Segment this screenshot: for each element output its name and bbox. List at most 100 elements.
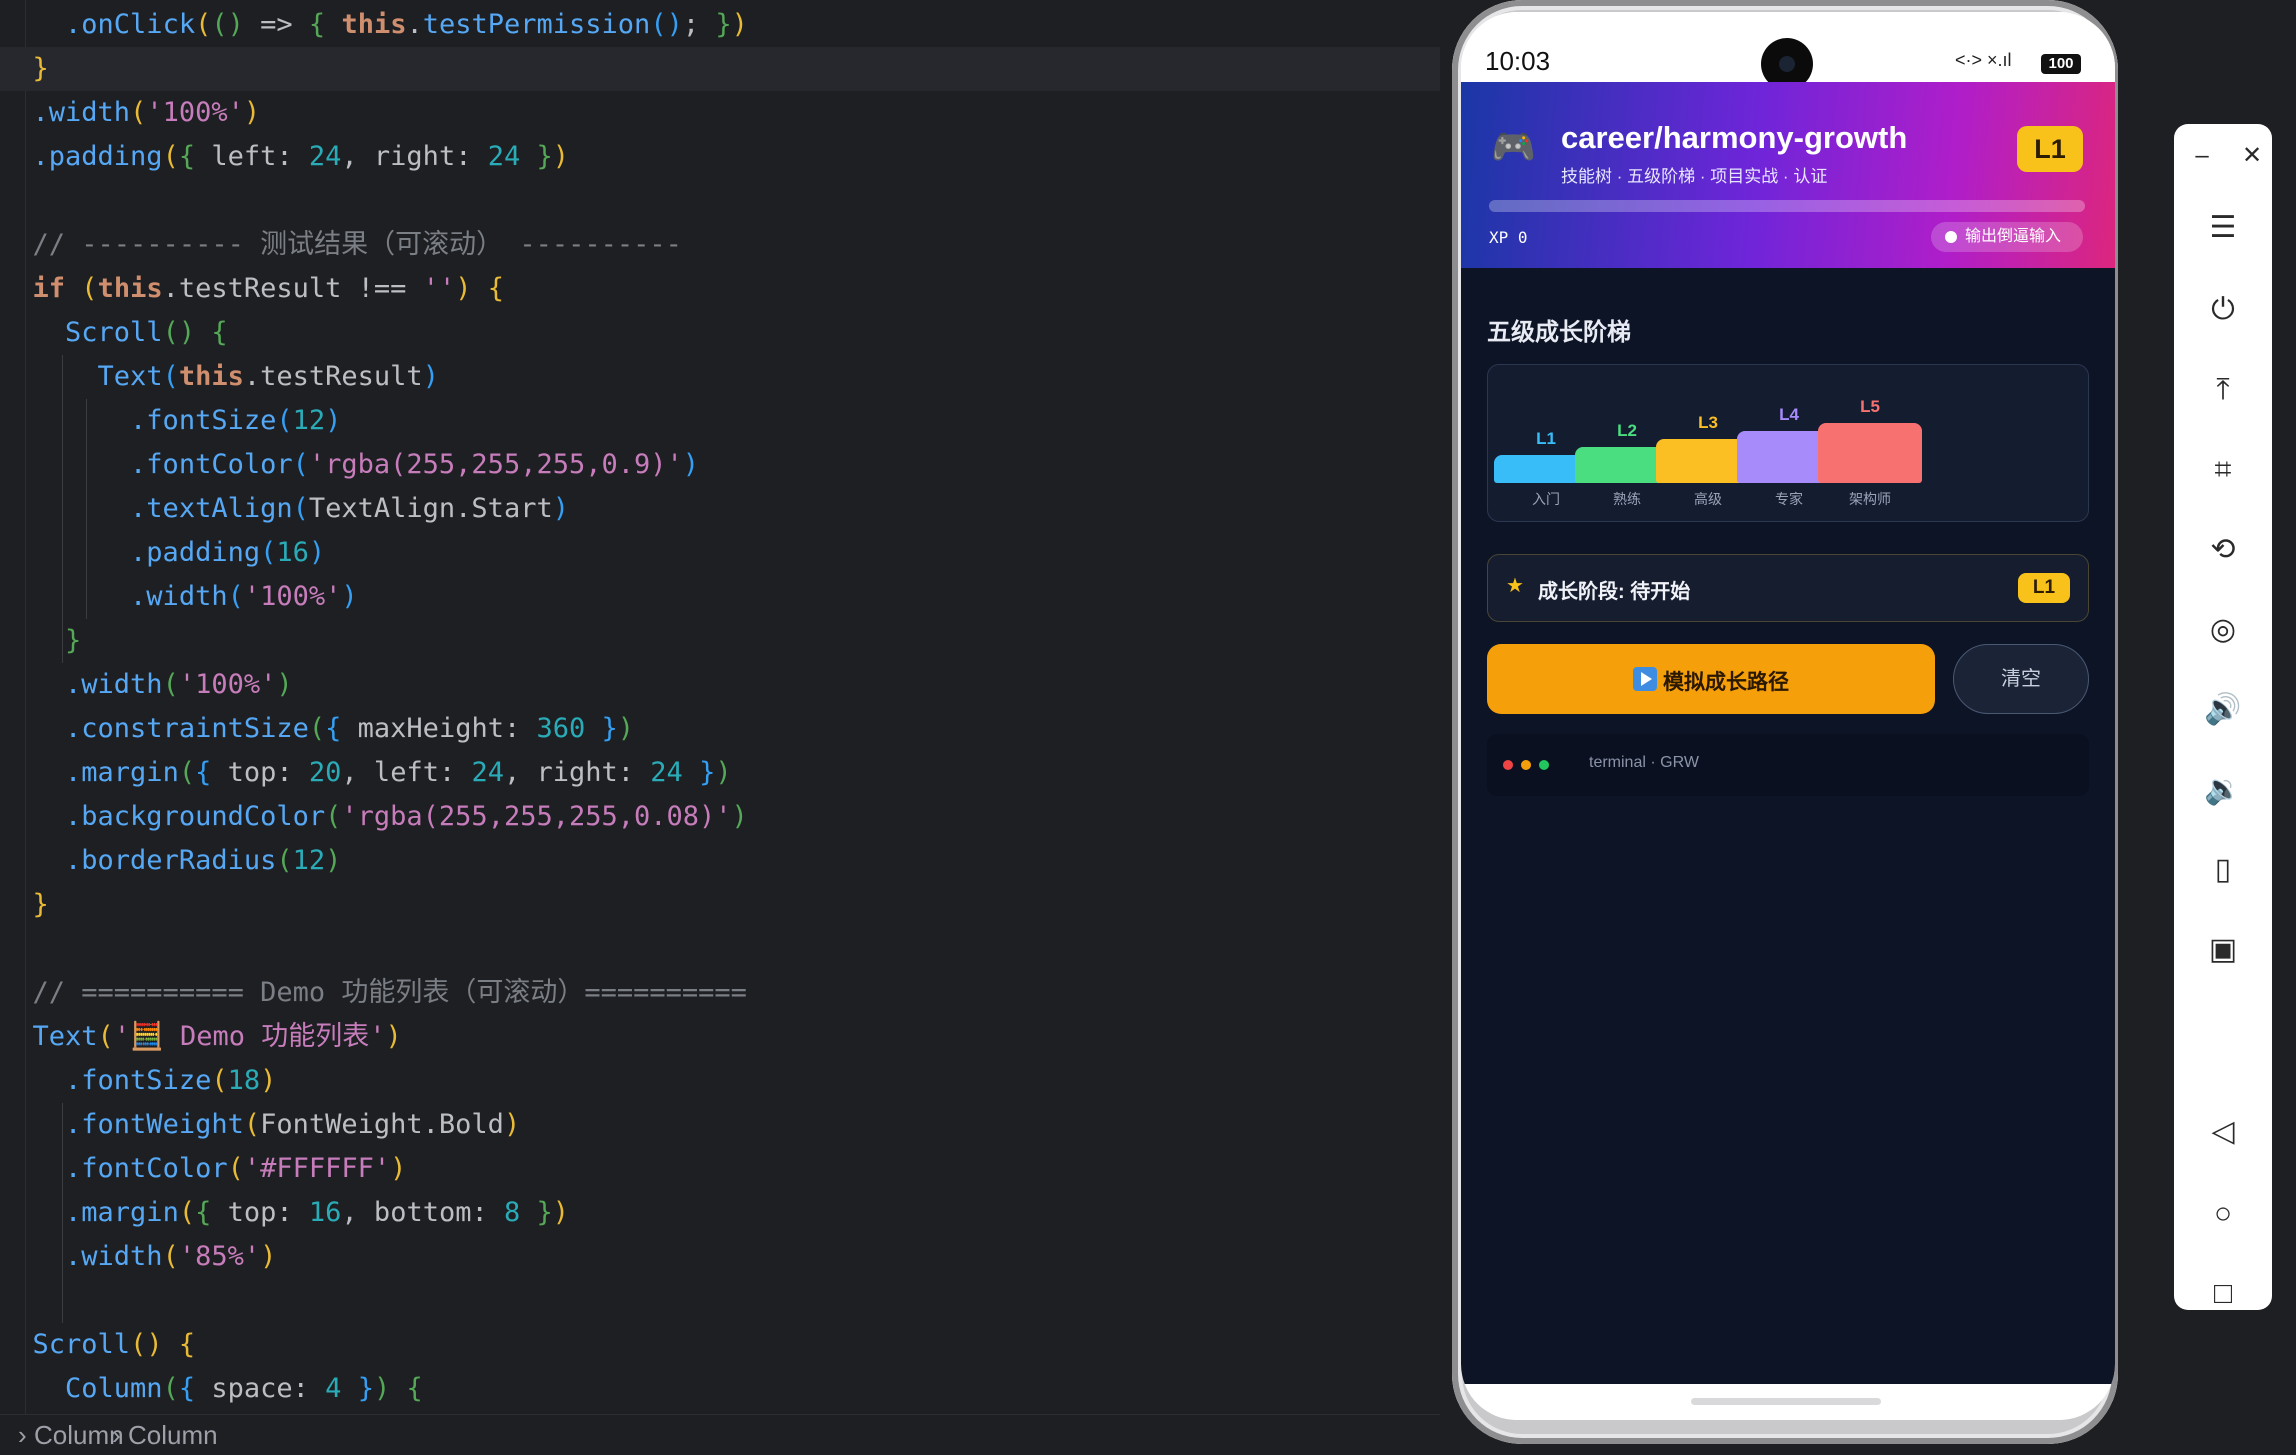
code-line[interactable]: .fontSize(12) <box>0 399 341 443</box>
code-token: ) <box>552 1197 570 1228</box>
code-token: ( <box>308 713 326 744</box>
power-button[interactable]: ⏻ <box>2174 286 2272 334</box>
code-line[interactable]: Scroll() { <box>0 1323 196 1367</box>
code-line[interactable]: Column({ space: 4 }) { <box>0 1367 423 1411</box>
code-token: { <box>406 1373 423 1404</box>
code-line[interactable]: } <box>0 883 49 927</box>
breadcrumb-item[interactable]: Column <box>34 1415 124 1455</box>
code-line[interactable]: .fontWeight(FontWeight.Bold) <box>0 1103 520 1147</box>
code-line[interactable]: // ========== Demo 功能列表（可滚动）========== <box>0 971 747 1015</box>
crop-button[interactable]: ⌗ <box>2174 446 2272 494</box>
ladder-card: L1 入门 L2 熟练 L3 高级 L4 专家 L5 架构师 <box>1487 364 2089 522</box>
shake-button[interactable]: ▯ <box>2174 846 2272 894</box>
code-editor[interactable]: .onClick(() => { this.testPermission(); … <box>0 0 1440 1414</box>
code-token: maxHeight: <box>341 713 537 744</box>
code-line[interactable]: .borderRadius(12) <box>0 839 341 883</box>
home-indicator[interactable] <box>1691 1398 1881 1405</box>
minimize-button[interactable]: – <box>2178 132 2226 180</box>
volume-up-button[interactable]: 🔊 <box>2174 686 2272 734</box>
close-button[interactable]: ✕ <box>2228 132 2276 180</box>
code-line[interactable]: .padding({ left: 24, right: 24 }) <box>0 135 570 179</box>
code-line[interactable]: if (this.testResult !== '') { <box>0 267 504 311</box>
code-line[interactable]: .constraintSize({ maxHeight: 360 }) <box>0 707 634 751</box>
code-line[interactable]: .onClick(() => { this.testPermission(); … <box>0 3 748 47</box>
recent-button[interactable]: □ <box>2174 1270 2272 1318</box>
code-token: ( <box>162 361 179 392</box>
code-token: .width <box>65 669 163 700</box>
code-line[interactable]: .backgroundColor('rgba(255,255,255,0.08)… <box>0 795 748 839</box>
home-button[interactable]: ○ <box>2174 1190 2272 1238</box>
menu-button[interactable]: ☰ <box>2174 204 2272 252</box>
code-token: , bottom: <box>341 1197 504 1228</box>
breadcrumb-item[interactable]: Column <box>128 1415 218 1455</box>
minimize-icon: – <box>2195 142 2209 169</box>
code-token: 18 <box>227 1065 261 1096</box>
code-line[interactable]: .margin({ top: 16, bottom: 8 }) <box>0 1191 569 1235</box>
volume-down-button[interactable]: 🔉 <box>2174 766 2272 814</box>
code-line[interactable]: .width('85%') <box>0 1235 276 1279</box>
code-line[interactable]: Text(this.testResult) <box>0 355 439 399</box>
reverse-input-chip[interactable]: 输出倒逼输入 <box>1931 222 2083 252</box>
crop-icon: ⌗ <box>2214 453 2232 486</box>
code-token: } <box>699 757 716 788</box>
code-token: 12 <box>292 405 326 436</box>
code-token: { <box>325 713 342 744</box>
volume-up-icon: 🔊 <box>2204 693 2242 726</box>
code-token: top: <box>211 757 309 788</box>
code-line[interactable]: // ---------- 测试结果（可滚动） ---------- <box>0 223 682 267</box>
emulator-toolbar: – ✕ ☰ ⏻ ⤒ ⌗ ⟲ ◎ 🔊 🔉 ▯ ▣ ◁ ○ □ <box>2174 124 2272 1310</box>
play-icon <box>1633 667 1657 691</box>
code-token: .padding <box>32 141 163 172</box>
code-line[interactable]: .padding(16) <box>0 531 325 575</box>
code-token: 360 <box>536 713 586 744</box>
code-token: .padding <box>130 537 261 568</box>
code-token: ) <box>682 449 700 480</box>
clear-button[interactable]: 清空 <box>1953 644 2089 714</box>
code-line[interactable]: } <box>0 619 81 663</box>
code-token: .constraintSize <box>65 713 309 744</box>
code-line[interactable]: .fontSize(18) <box>0 1059 276 1103</box>
code-line[interactable]: .fontColor('rgba(255,255,255,0.9)') <box>0 443 699 487</box>
back-icon: ◁ <box>2211 1115 2235 1148</box>
code-token: .fontSize <box>65 1065 212 1096</box>
code-line[interactable]: .width('100%') <box>0 575 358 619</box>
code-line[interactable]: Text('🧮 Demo 功能列表') <box>0 1015 402 1059</box>
code-token: .testResult <box>243 361 423 392</box>
code-token: , left: <box>341 757 472 788</box>
code-line[interactable]: Scroll() { <box>0 311 228 355</box>
code-line[interactable]: .margin({ top: 20, left: 24, right: 24 }… <box>0 751 732 795</box>
xp-progress-bar <box>1489 200 2085 212</box>
screenshot-button[interactable]: ◎ <box>2174 606 2272 654</box>
signal-icon: <·> ×.ıl <box>1955 50 2012 70</box>
code-token: 20 <box>308 757 342 788</box>
code-token: ( <box>195 9 212 40</box>
code-line[interactable]: .fontColor('#FFFFFF') <box>0 1147 406 1191</box>
multi-device-button[interactable]: ▣ <box>2174 926 2272 974</box>
back-button[interactable]: ◁ <box>2174 1108 2272 1156</box>
code-token: left: <box>195 141 309 172</box>
code-line[interactable]: .width('100%') <box>0 663 293 707</box>
simulate-growth-button[interactable]: 模拟成长路径 <box>1487 644 1935 714</box>
top-button[interactable]: ⤒ <box>2174 366 2272 414</box>
code-token: ) <box>325 405 342 436</box>
rotate-button[interactable]: ⟲ <box>2174 526 2272 574</box>
code-line[interactable]: .width('100%') <box>0 91 261 135</box>
code-token: ) <box>260 1065 277 1096</box>
level-bar-l5[interactable] <box>1818 423 1922 483</box>
code-line[interactable]: } <box>0 47 1440 91</box>
